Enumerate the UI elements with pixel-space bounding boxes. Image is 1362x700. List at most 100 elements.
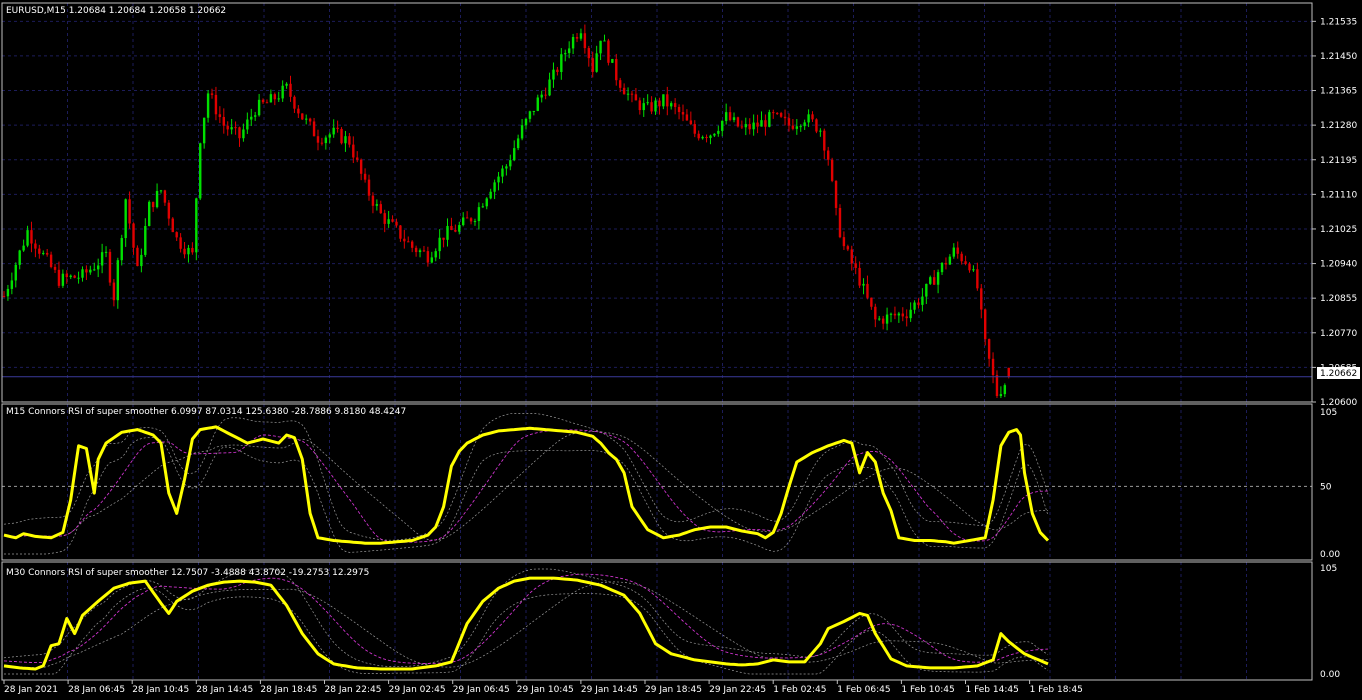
- candle-body: [446, 225, 449, 240]
- candle-body: [442, 237, 445, 240]
- candle-body: [834, 180, 838, 208]
- candle-body: [136, 247, 139, 267]
- candle-body: [332, 127, 335, 135]
- candle-body: [100, 252, 104, 266]
- candle-body: [709, 135, 712, 139]
- main-chart-header: EURUSD,M15 1.20684 1.20684 1.20658 1.206…: [6, 6, 226, 16]
- candle-body: [819, 130, 822, 132]
- candle-body: [874, 306, 877, 320]
- candle-body: [889, 313, 893, 315]
- indicator1-axis-label: 105: [1320, 408, 1337, 418]
- candle-body: [426, 251, 430, 263]
- time-axis-label: 28 Jan 14:45: [196, 685, 253, 695]
- candle-body: [772, 112, 775, 114]
- candle-body: [30, 230, 33, 244]
- candle-body: [238, 127, 241, 139]
- candle-body: [148, 201, 151, 227]
- candle-body: [972, 269, 975, 271]
- candle-body: [846, 246, 850, 250]
- candle-body: [540, 94, 543, 98]
- candle-body: [524, 118, 528, 126]
- current-price-tag: 1.20662: [1317, 367, 1360, 379]
- candle-body: [26, 230, 29, 246]
- candle-body: [571, 36, 575, 49]
- time-axis-label: 29 Jan 02:45: [389, 685, 446, 695]
- candle-body: [615, 59, 618, 81]
- candle-body: [505, 166, 508, 169]
- candle-body: [14, 264, 17, 281]
- candle-body: [324, 137, 328, 144]
- candle-body: [528, 111, 532, 119]
- time-axis-label: 1 Feb 06:45: [837, 685, 890, 695]
- candle-body: [815, 119, 818, 132]
- candle-body: [77, 277, 80, 279]
- candle-body: [140, 254, 143, 267]
- candle-body: [626, 93, 630, 95]
- candle-body: [728, 112, 732, 121]
- candle-body: [838, 207, 842, 238]
- candle-body: [921, 296, 924, 305]
- candle-body: [618, 80, 622, 88]
- price-axis-label: 1.20855: [1320, 294, 1357, 304]
- candle-body: [375, 204, 379, 206]
- candle-body: [556, 69, 559, 73]
- time-axis-label: 29 Jan 10:45: [517, 685, 574, 695]
- candle-body: [383, 213, 386, 224]
- candle-body: [964, 261, 967, 264]
- candle-body: [611, 59, 614, 63]
- candle-body: [222, 117, 225, 126]
- candle-body: [253, 115, 257, 117]
- candle-body: [469, 218, 473, 222]
- candle-body: [438, 237, 441, 252]
- candle-body: [1007, 367, 1010, 377]
- time-axis-label: 28 Jan 06:45: [68, 685, 125, 695]
- candle-body: [297, 108, 300, 114]
- candle-body: [430, 257, 434, 263]
- candle-body: [901, 313, 904, 317]
- candle-body: [359, 159, 363, 174]
- candle-body: [65, 273, 68, 278]
- time-axis-label: 1 Feb 18:45: [1030, 685, 1083, 695]
- candle-body: [929, 277, 932, 284]
- price-axis-label: 1.21280: [1320, 121, 1357, 131]
- candle-body: [881, 318, 885, 324]
- candle-body: [560, 54, 563, 73]
- candle-body: [69, 275, 72, 278]
- candle-body: [187, 247, 190, 255]
- candle-body: [155, 191, 159, 208]
- candle-body: [96, 265, 100, 270]
- candle-body: [328, 134, 331, 138]
- candle-body: [422, 250, 426, 252]
- candle-body: [367, 179, 371, 196]
- candle-body: [344, 136, 347, 144]
- time-axis-label: 1 Feb 02:45: [773, 685, 826, 695]
- candle-body: [61, 273, 65, 286]
- candle-body: [57, 269, 61, 286]
- candle-body: [787, 118, 791, 126]
- mt4-chart[interactable]: 1.21535 1.21450 1.21365 1.21280 1.21195 1.211…: [0, 0, 1362, 700]
- candle-body: [740, 126, 744, 128]
- price-axis-label: 1.21450: [1320, 52, 1357, 62]
- candle-body: [536, 97, 539, 111]
- candle-body: [756, 122, 759, 127]
- candle-body: [587, 48, 590, 59]
- candle-body: [112, 282, 116, 301]
- candle-body: [893, 313, 897, 316]
- candle-body: [995, 375, 999, 396]
- candle-body: [45, 252, 49, 255]
- candle-body: [191, 247, 194, 253]
- candle-body: [195, 198, 198, 253]
- candle-body: [93, 269, 96, 271]
- candle-body: [854, 263, 857, 268]
- indicator1-axis-label: 50: [1320, 482, 1332, 492]
- candle-body: [301, 113, 304, 120]
- candle-body: [403, 238, 406, 242]
- candle-body: [713, 133, 716, 136]
- price-axis-label: 1.21110: [1320, 190, 1357, 200]
- candle-body: [199, 143, 202, 199]
- candle-body: [905, 316, 908, 319]
- candle-body: [909, 309, 912, 319]
- candle-body: [226, 125, 229, 130]
- candle-body: [352, 144, 355, 158]
- candle-body: [866, 283, 869, 298]
